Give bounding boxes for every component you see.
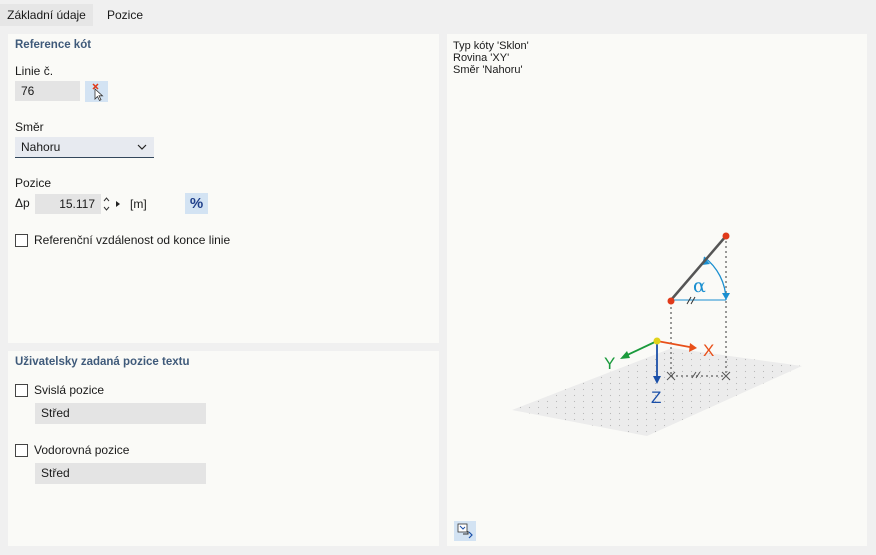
- line-number-field[interactable]: 76: [15, 81, 80, 101]
- ref-distance-label: Referenční vzdálenost od konce linie: [34, 233, 231, 247]
- end-point: [722, 232, 730, 240]
- section-title-reference: Reference kót: [15, 39, 92, 51]
- origin-point: [653, 337, 661, 345]
- vertical-position-label: Svislá pozice: [34, 383, 105, 397]
- tab-basic-data[interactable]: Základní údaje: [0, 4, 93, 26]
- view-settings-icon: [457, 523, 473, 539]
- view-options-button[interactable]: [454, 521, 476, 541]
- direction-select-value: Nahoru: [21, 140, 61, 154]
- tab-position[interactable]: Pozice: [93, 4, 157, 26]
- direction-label: Směr: [15, 120, 44, 134]
- vertical-position-checkbox[interactable]: [15, 384, 28, 397]
- delta-p-label: Δp: [15, 196, 30, 210]
- spinner-and-arrow-icon[interactable]: [101, 194, 121, 214]
- horizontal-position-label: Vodorovná pozice: [34, 443, 130, 457]
- x-axis-arrow: [689, 343, 697, 352]
- direction-select[interactable]: Nahoru: [15, 137, 154, 158]
- user-text-position-panel: Uživatelsky zadaná pozice textu Svislá p…: [8, 351, 439, 546]
- axis-label-x: X: [703, 341, 714, 360]
- axis-label-y: Y: [604, 354, 615, 373]
- chevron-down-icon: [137, 144, 147, 150]
- ref-distance-checkbox[interactable]: [15, 234, 28, 247]
- tab-bar: Základní údaje Pozice: [0, 0, 876, 26]
- pick-cursor-icon: [92, 83, 104, 102]
- angle-arrow-bottom: [722, 293, 730, 300]
- position-label: Pozice: [15, 176, 52, 190]
- alpha-symbol: α: [693, 275, 706, 297]
- start-point: [667, 297, 675, 305]
- preview-diagram: α X Y Z: [512, 232, 802, 436]
- percent-button[interactable]: %: [185, 193, 208, 214]
- preview-panel: Typ kóty 'Sklon' Rovina 'XY' Směr 'Nahor…: [447, 34, 867, 546]
- section-title-user-position: Uživatelsky zadaná pozice textu: [15, 356, 190, 368]
- pick-line-button[interactable]: [85, 81, 108, 102]
- horizontal-position-field: Střed: [35, 463, 206, 484]
- delta-p-input[interactable]: 15.117: [35, 194, 101, 214]
- horizontal-position-checkbox[interactable]: [15, 444, 28, 457]
- reference-panel: Reference kót Linie č. 76 Směr Nahoru Po…: [8, 34, 439, 343]
- unit-label: [m]: [130, 197, 147, 211]
- x-axis-line: [656, 340, 696, 349]
- vertical-position-field: Střed: [35, 403, 206, 424]
- y-axis-arrow: [620, 351, 630, 359]
- axis-label-z: Z: [651, 388, 661, 407]
- line-number-label: Linie č.: [15, 64, 54, 78]
